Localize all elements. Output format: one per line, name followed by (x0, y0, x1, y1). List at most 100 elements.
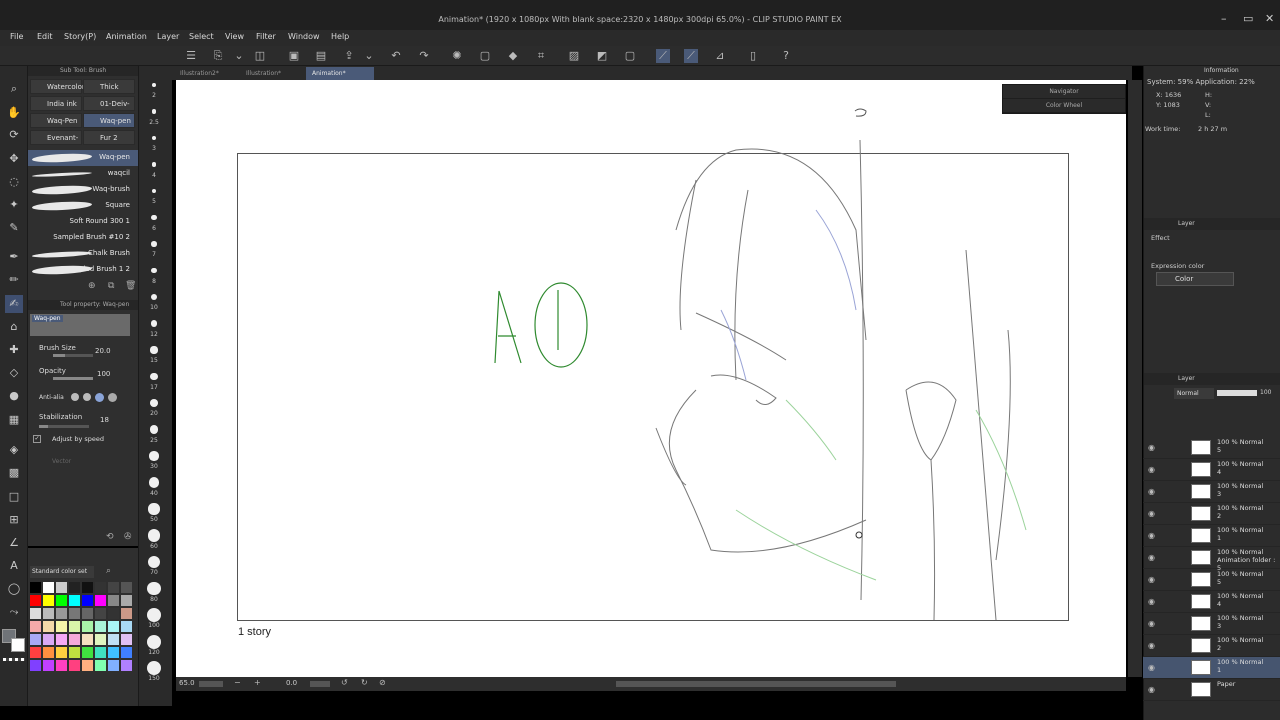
color-swatch[interactable] (95, 647, 106, 658)
subtool-tab-fur[interactable]: Fur 2 (83, 130, 135, 145)
search-icon[interactable]: ⌕ (106, 566, 111, 576)
color-swatch[interactable] (69, 582, 80, 593)
minimize-icon[interactable]: – (1221, 12, 1227, 25)
brush-icon[interactable]: ✍ (5, 295, 23, 313)
brush-size-dot[interactable] (152, 83, 156, 87)
subtool-tab-evenant[interactable]: Evenant-C (30, 130, 82, 145)
stabilization-value[interactable]: 18 (100, 416, 109, 424)
layer-row[interactable]: ◉ 100 % Normal 5 (1143, 569, 1280, 591)
color-swatch[interactable] (43, 582, 54, 593)
menu-layer[interactable]: Layer (157, 32, 179, 41)
color-swatch[interactable] (121, 647, 132, 658)
color-swatch[interactable] (43, 621, 54, 632)
transparent-color-icon[interactable] (3, 658, 25, 661)
eye-icon[interactable]: ◉ (1148, 597, 1155, 606)
layer-row[interactable]: ◉ 100 % Normal 2 (1143, 503, 1280, 525)
chevron-down-icon[interactable]: ⌄ (362, 49, 376, 63)
subtool-tab-watercolor[interactable]: Watercolor (30, 79, 85, 94)
antialias-medium-option[interactable] (95, 393, 104, 402)
color-swatch[interactable] (43, 660, 54, 671)
color-swatch[interactable] (121, 621, 132, 632)
brush-size-dot[interactable] (151, 188, 157, 194)
airbrush-icon[interactable]: ⌂ (5, 318, 23, 336)
lasso-icon[interactable]: ◌ (5, 173, 23, 191)
brush-size-dot[interactable] (147, 608, 161, 622)
color-swatch[interactable] (43, 595, 54, 606)
color-swatch[interactable] (30, 647, 41, 658)
stabilization-slider[interactable] (39, 425, 89, 428)
brush-size-dot[interactable] (151, 214, 157, 221)
blend-mode-select[interactable]: Normal (1174, 388, 1214, 399)
color-swatch[interactable] (69, 595, 80, 606)
zoom-slider[interactable] (199, 681, 223, 687)
snap-special-ruler-icon[interactable]: ⟋ (684, 49, 698, 63)
frame-border-icon[interactable]: ⊞ (5, 511, 23, 529)
antialias-strong-option[interactable] (108, 393, 117, 402)
hamburger-icon[interactable]: ☰ (184, 49, 198, 63)
layer-row[interactable]: ◉ 100 % Normal 5 (1143, 437, 1280, 459)
menu-filter[interactable]: Filter (256, 32, 276, 41)
eye-icon[interactable]: ◉ (1148, 619, 1155, 628)
subtool-tab-waq-pen-group[interactable]: Waq-Pen (30, 113, 82, 128)
color-swatch[interactable] (108, 582, 119, 593)
brush-size-dot[interactable] (148, 477, 160, 488)
brush-size-dot[interactable] (150, 320, 158, 327)
layer-row[interactable]: ◉ 100 % Normal 4 (1143, 591, 1280, 613)
color-swatch[interactable] (108, 647, 119, 658)
open-icon[interactable]: ◫ (253, 49, 267, 63)
eye-icon[interactable]: ◉ (1148, 487, 1155, 496)
expression-color-select[interactable]: Color (1156, 272, 1234, 286)
color-swatch[interactable] (121, 634, 132, 645)
balloon-icon[interactable]: ◯ (5, 580, 23, 598)
subtool-tab-thick-paint[interactable]: Thick paint (83, 79, 135, 106)
color-swatch[interactable] (108, 660, 119, 671)
eyedropper-icon[interactable]: ✎ (5, 219, 23, 237)
brush-item[interactable]: Soft Round 300 1 (28, 214, 138, 230)
redo-icon[interactable]: ↷ (417, 49, 431, 63)
brush-item[interactable]: Sampled Brush 1 2 (28, 262, 138, 278)
color-swatch[interactable] (82, 660, 93, 671)
chevron-down-icon[interactable]: ⌄ (232, 49, 246, 63)
brush-size-dot[interactable] (151, 241, 157, 247)
color-swatch[interactable] (43, 647, 54, 658)
brush-size-dot[interactable] (147, 529, 161, 542)
brush-size-dot[interactable] (147, 555, 161, 569)
subtool-tab-india-ink[interactable]: India ink (30, 96, 82, 111)
color-swatch[interactable] (121, 660, 132, 671)
gradient-icon[interactable]: ▩ (5, 464, 23, 482)
eye-icon[interactable]: ◉ (1148, 531, 1155, 540)
rectangle-icon[interactable]: □ (5, 488, 23, 506)
loading-icon[interactable]: ✺ (450, 49, 464, 63)
brush-item[interactable]: Sampled Brush #10 2 (28, 230, 138, 246)
color-swatch[interactable] (56, 621, 67, 632)
copy-subtool-icon[interactable]: ⧉ (108, 281, 114, 291)
color-swatch[interactable] (30, 582, 41, 593)
brush-size-dot[interactable] (147, 634, 161, 649)
export-icon[interactable]: ⇪ (342, 49, 356, 63)
adjust-by-speed-checkbox[interactable]: ✓ (33, 435, 41, 443)
animation-folder-row[interactable]: ◉ 100 % Normal Animation folder : 5 (1143, 547, 1280, 572)
layer-row[interactable]: ◉ 100 % Normal 2 (1143, 635, 1280, 657)
brush-size-dot[interactable] (150, 372, 158, 381)
tab-illustration2[interactable]: Illustration2* (174, 67, 238, 80)
antialias-none-option[interactable] (71, 393, 79, 401)
color-swatch[interactable] (95, 582, 106, 593)
color-swatch[interactable] (121, 582, 132, 593)
brush-size-dot[interactable] (149, 425, 159, 434)
rotate-left-icon[interactable]: ↺ (341, 678, 348, 687)
color-swatch[interactable] (108, 634, 119, 645)
eye-icon[interactable]: ◉ (1148, 685, 1155, 694)
brush-size-dot[interactable] (151, 162, 157, 167)
layer-row[interactable]: ◉ 100 % Normal 3 (1143, 613, 1280, 635)
color-swatch[interactable] (108, 595, 119, 606)
pencil-icon[interactable]: ✏ (5, 271, 23, 289)
move-icon[interactable]: ✥ (5, 150, 23, 168)
hand-icon[interactable]: ✋ (5, 104, 23, 122)
crop-icon[interactable]: ⌗ (534, 49, 548, 63)
layer-row[interactable]: ◉ 100 % Normal 3 (1143, 481, 1280, 503)
brush-size-value[interactable]: 20.0 (95, 347, 111, 355)
maximize-icon[interactable]: ▭ (1243, 12, 1253, 25)
eye-icon[interactable]: ◉ (1148, 641, 1155, 650)
zoom-value[interactable]: 65.0 (179, 679, 195, 687)
eye-icon[interactable]: ◉ (1148, 465, 1155, 474)
